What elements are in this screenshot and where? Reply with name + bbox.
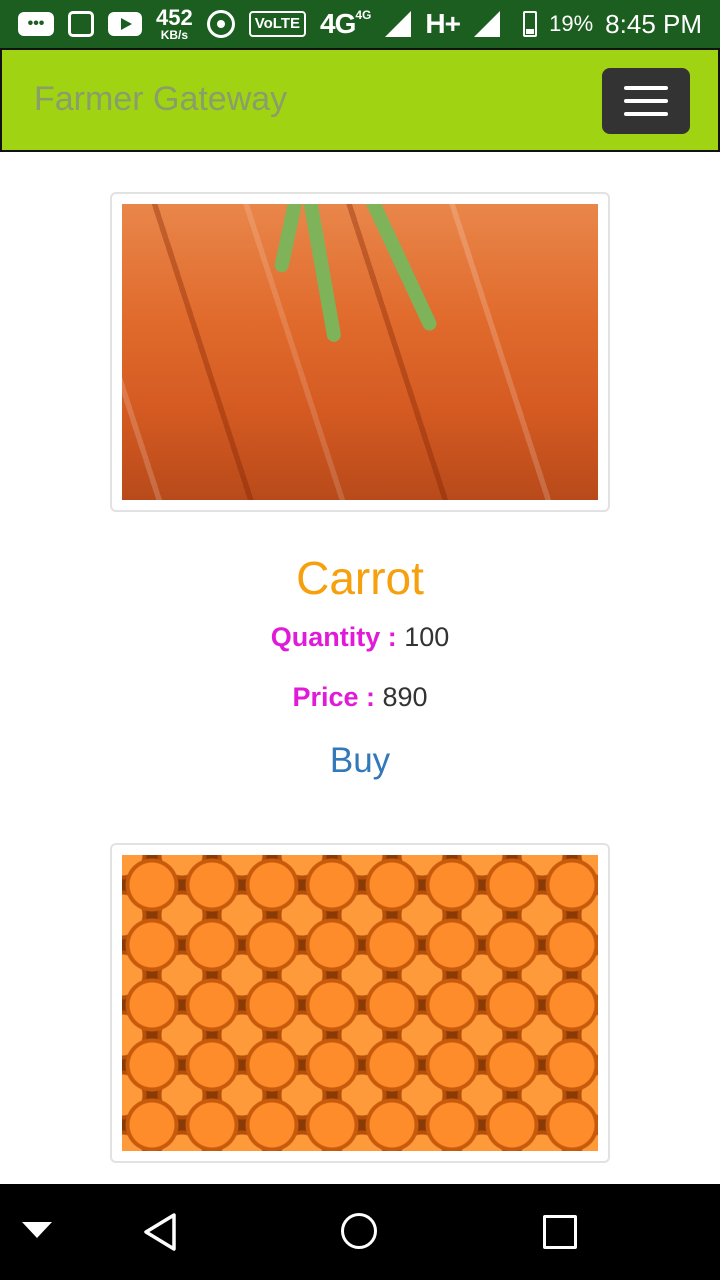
app-notification-icon: [68, 11, 94, 37]
network-4g-indicator: 4G4G: [320, 8, 371, 40]
pumpkin-image: [122, 855, 598, 1151]
hamburger-icon-bar: [624, 99, 668, 103]
price-value: 890: [382, 682, 428, 712]
system-navigation-bar: [0, 1184, 720, 1280]
network-speed-value: 452: [156, 5, 193, 30]
navbar: Farmer Gateway: [0, 48, 720, 152]
messenger-notification-icon: •••: [18, 12, 54, 36]
hamburger-icon-bar: [624, 86, 668, 90]
home-icon[interactable]: [341, 1213, 377, 1249]
carrot-stem-shape: [273, 204, 306, 274]
network-4g-label: 4G: [320, 8, 356, 39]
battery-percent: 19%: [549, 11, 594, 36]
carrot-stem-shape: [302, 204, 342, 343]
network-h-label: H+: [425, 8, 461, 39]
brand-link[interactable]: Farmer Gateway: [34, 80, 287, 119]
navbar-toggle-button[interactable]: [602, 68, 690, 134]
quantity-label: Quantity :: [270, 622, 397, 652]
battery-icon: [523, 11, 538, 37]
carrot-stem-shape: [362, 204, 439, 333]
price-label: Price :: [292, 682, 375, 712]
recent-apps-icon[interactable]: [543, 1215, 577, 1249]
volte-badge: VoLTE: [248, 11, 306, 37]
network-speed-unit: KB/s: [160, 28, 189, 42]
clock: 8:45 PM: [605, 8, 702, 39]
back-icon[interactable]: [142, 1212, 178, 1252]
quantity-value: 100: [404, 622, 450, 652]
signal-strength-icon: [385, 11, 412, 37]
hotspot-icon: [206, 10, 235, 38]
carrot-image: [122, 204, 598, 500]
product-price: Price : 890: [0, 682, 720, 713]
youtube-notification-icon: [108, 12, 142, 36]
product-image-frame: [110, 843, 610, 1163]
network-4g-sup: 4G: [355, 8, 372, 22]
product-name: Carrot: [296, 552, 424, 604]
network-speed: 452 KB/s: [156, 5, 193, 42]
signal-strength-icon-2: [473, 11, 500, 37]
hide-keyboard-icon[interactable]: [22, 1222, 52, 1238]
buy-link[interactable]: Buy: [0, 741, 720, 781]
product-quantity: Quantity : 100: [0, 622, 720, 653]
hamburger-icon-bar: [624, 112, 668, 116]
product-image-frame: [110, 192, 610, 512]
status-bar: ••• 452 KB/s VoLTE 4G4G H+ 19% 8:45 PM: [0, 0, 720, 48]
